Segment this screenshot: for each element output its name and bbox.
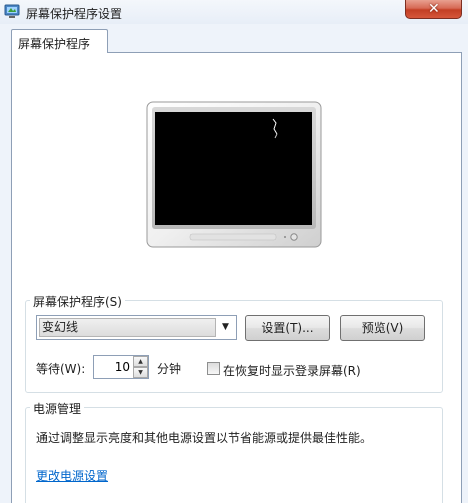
- stepper-up-icon[interactable]: ▲: [133, 356, 148, 367]
- wait-minutes-input[interactable]: [94, 356, 130, 378]
- wait-unit-label: 分钟: [157, 362, 182, 376]
- stepper-down-icon[interactable]: ▼: [133, 367, 148, 378]
- show-logon-checkbox[interactable]: [207, 362, 220, 375]
- screensaver-select-value: 变幻线: [39, 318, 216, 337]
- monitor-preview-icon: [146, 101, 322, 248]
- power-description: 通过调整显示亮度和其他电源设置以节省能源或提供最佳性能。: [36, 431, 373, 445]
- screensaver-group-label: 屏幕保护程序(S): [30, 293, 125, 310]
- wait-label: 等待(W):: [36, 362, 86, 376]
- close-icon: ✕: [428, 1, 440, 17]
- tab-label: 屏幕保护程序: [18, 37, 91, 51]
- power-groupbox: [25, 407, 443, 503]
- close-button[interactable]: ✕: [405, 0, 462, 19]
- screensaver-groupbox: [25, 300, 443, 393]
- window-title: 屏幕保护程序设置: [26, 7, 123, 21]
- tab-screen-saver[interactable]: 屏幕保护程序: [11, 29, 108, 53]
- settings-button[interactable]: 设置(T)...: [245, 315, 330, 341]
- screensaver-select[interactable]: 变幻线 ▼: [36, 315, 237, 340]
- change-power-settings-link[interactable]: 更改电源设置: [36, 467, 108, 484]
- preview-button[interactable]: 预览(V): [340, 315, 425, 341]
- wait-minutes-stepper[interactable]: ▲ ▼: [93, 355, 149, 379]
- title-bar[interactable]: 屏幕保护程序设置 ✕: [0, 0, 468, 24]
- show-logon-label[interactable]: 在恢复时显示登录屏幕(R): [223, 362, 361, 379]
- chevron-down-icon[interactable]: ▼: [217, 318, 234, 337]
- power-group-label: 电源管理: [30, 400, 85, 417]
- stepper-buttons: ▲ ▼: [133, 356, 148, 378]
- screen-saver-settings-icon: [4, 3, 20, 19]
